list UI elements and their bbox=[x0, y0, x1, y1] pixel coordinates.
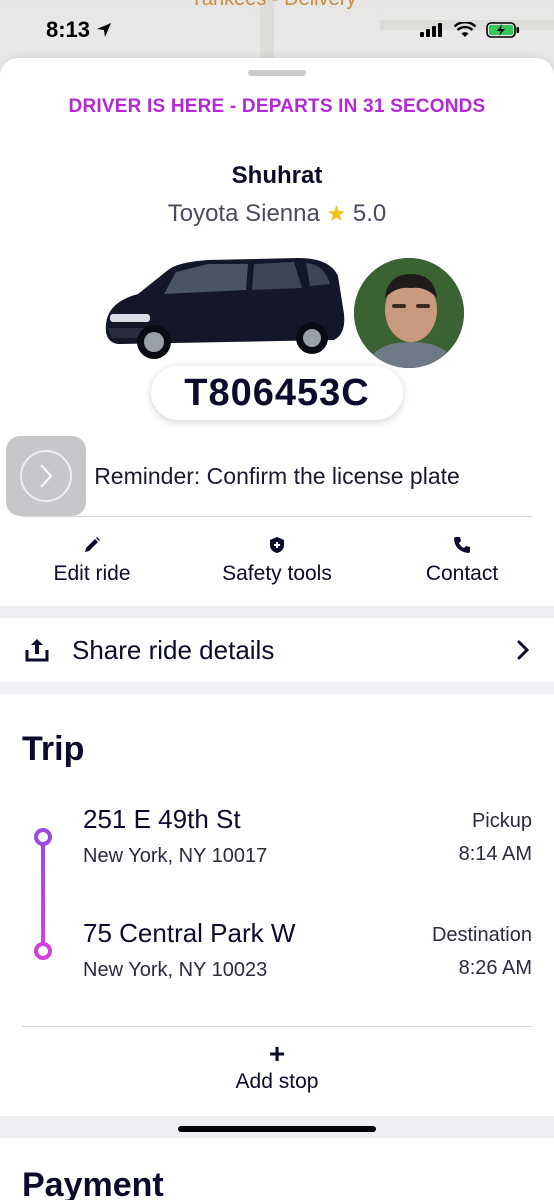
status-icons bbox=[420, 22, 520, 38]
destination-time-block: Destination 8:26 AM bbox=[432, 924, 532, 980]
pickup-dot bbox=[34, 828, 52, 846]
safety-tools-label: Safety tools bbox=[222, 562, 332, 585]
driver-name: Shuhrat bbox=[231, 162, 323, 189]
share-ride-details-row[interactable]: Share ride details bbox=[0, 618, 554, 682]
chevron-right-icon bbox=[40, 464, 53, 488]
battery-charging-icon bbox=[486, 22, 519, 38]
wifi-icon bbox=[454, 22, 476, 37]
location-arrow-icon bbox=[97, 23, 112, 37]
pickup-time: 8:14 AM bbox=[458, 843, 532, 865]
contact-label: Contact bbox=[425, 562, 499, 585]
departure-banner: DRIVER IS HERE - DEPARTS IN 31 SECONDS bbox=[68, 96, 486, 117]
car-model: Toyota Sienna bbox=[167, 200, 320, 227]
floating-chevron-button[interactable] bbox=[6, 436, 86, 516]
pickup-city: New York, NY 10017 bbox=[83, 845, 268, 867]
section-separator bbox=[0, 606, 554, 618]
phone-icon bbox=[454, 537, 470, 553]
pickup-stop[interactable]: 251 E 49th St New York, NY 10017 bbox=[83, 804, 267, 868]
divider bbox=[22, 1026, 532, 1027]
pencil-icon bbox=[85, 537, 100, 552]
destination-stop[interactable]: 75 Central Park W New York, NY 10023 bbox=[83, 918, 295, 982]
clock-text: 8:13 bbox=[46, 17, 91, 42]
car-info: Toyota Sienna ★ 5.0 bbox=[0, 200, 554, 228]
trip-title: Trip bbox=[22, 730, 85, 768]
divider bbox=[22, 516, 532, 517]
destination-city: New York, NY 10023 bbox=[83, 959, 268, 981]
ride-sheet: DRIVER IS HERE - DEPARTS IN 31 SECONDS S… bbox=[0, 58, 554, 1200]
license-plate: T806453C bbox=[151, 366, 403, 420]
destination-time: 8:26 AM bbox=[458, 957, 532, 979]
home-indicator[interactable] bbox=[178, 1126, 376, 1132]
contact-button[interactable]: Contact bbox=[412, 534, 512, 586]
driver-avatar bbox=[352, 256, 466, 370]
plus-icon: + bbox=[268, 1038, 286, 1069]
pickup-time-block: Pickup 8:14 AM bbox=[459, 810, 532, 866]
star-icon: ★ bbox=[326, 201, 347, 226]
pickup-label: Pickup bbox=[471, 810, 532, 832]
destination-label: Destination bbox=[431, 924, 532, 946]
add-stop-label: Add stop bbox=[235, 1070, 319, 1093]
status-time: 8:13 bbox=[46, 17, 112, 43]
route-line bbox=[41, 836, 45, 950]
cellular-signal-icon bbox=[420, 23, 442, 37]
driver-photo bbox=[354, 258, 464, 368]
destination-dot bbox=[34, 942, 52, 960]
share-icon bbox=[25, 639, 49, 662]
shield-icon bbox=[270, 537, 284, 553]
edit-ride-label: Edit ride bbox=[53, 562, 131, 585]
chevron-right-icon bbox=[517, 640, 530, 660]
edit-ride-button[interactable]: Edit ride bbox=[40, 534, 144, 586]
chevron-ring bbox=[20, 450, 72, 502]
ride-actions: Edit ride Safety tools Contact bbox=[0, 534, 554, 594]
destination-address: 75 Central Park W bbox=[83, 918, 296, 948]
status-bar: 8:13 bbox=[0, 0, 554, 60]
safety-tools-button[interactable]: Safety tools bbox=[206, 534, 348, 586]
pickup-address: 251 E 49th St bbox=[83, 804, 241, 834]
sheet-grabber[interactable] bbox=[248, 70, 306, 76]
driver-rating: 5.0 bbox=[352, 200, 387, 227]
add-stop-button[interactable]: + Add stop bbox=[0, 1038, 554, 1094]
car-image bbox=[105, 258, 345, 359]
payment-title: Payment bbox=[22, 1166, 164, 1200]
share-ride-label: Share ride details bbox=[72, 634, 275, 665]
section-separator bbox=[0, 682, 554, 694]
